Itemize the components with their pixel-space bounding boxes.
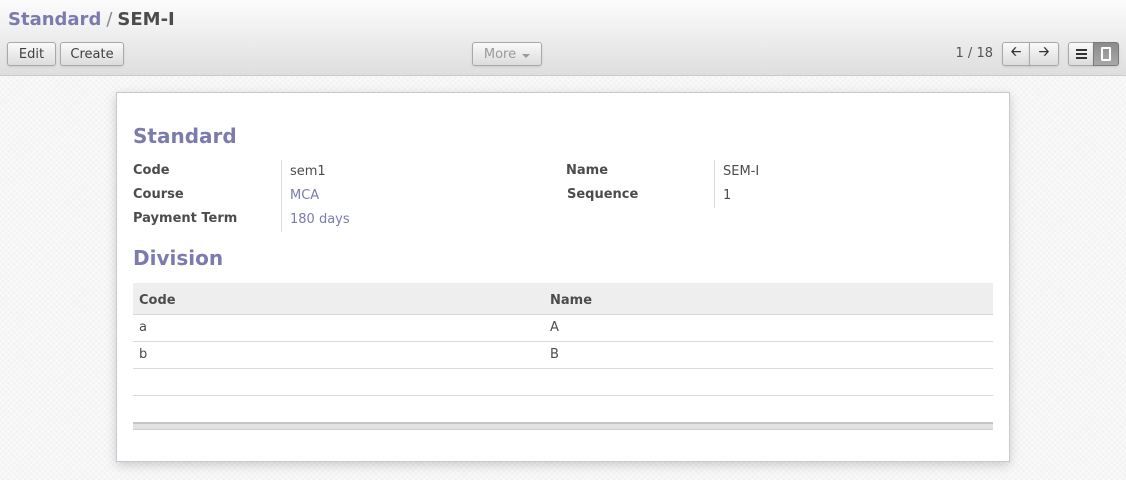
pager-value[interactable]: 1 / 18: [956, 46, 993, 61]
table-header: Code Name: [133, 283, 993, 315]
control-panel: Standard / SEM-I Edit Create More 1 / 18 🡠…: [0, 0, 1126, 76]
field-divider: [281, 160, 282, 232]
table-row[interactable]: b B: [133, 342, 993, 369]
code-label: Code: [133, 163, 170, 178]
more-dropdown-button[interactable]: More: [472, 42, 542, 66]
code-value: sem1: [290, 164, 326, 179]
cell-name: A: [550, 320, 559, 335]
payment-term-link[interactable]: 180 days: [290, 212, 350, 227]
list-view-icon: [1075, 49, 1087, 59]
section-title-standard: Standard: [133, 124, 237, 148]
pager-next-button[interactable]: 🡢: [1029, 42, 1059, 66]
course-label: Course: [133, 187, 184, 202]
section-title-division: Division: [133, 246, 224, 270]
breadcrumb-standard-link[interactable]: Standard: [8, 9, 101, 30]
breadcrumb-separator: /: [106, 9, 113, 30]
form-view-button[interactable]: [1093, 42, 1119, 66]
create-button[interactable]: Create: [60, 42, 124, 66]
cell-name: B: [550, 347, 559, 362]
more-label: More: [483, 46, 517, 62]
column-header-name[interactable]: Name: [550, 293, 592, 308]
caret-down-icon: [522, 53, 531, 58]
arrow-right-icon: 🡢: [1038, 45, 1050, 60]
edit-button[interactable]: Edit: [7, 42, 56, 66]
list-view-button[interactable]: [1068, 42, 1094, 66]
course-link[interactable]: MCA: [290, 188, 319, 203]
table-row-empty: [133, 369, 993, 396]
cell-code: b: [139, 347, 148, 362]
arrow-left-icon: 🡠: [1010, 45, 1022, 60]
pager-previous-button[interactable]: 🡠: [1002, 42, 1030, 66]
payment-term-label: Payment Term: [133, 211, 238, 226]
table-row[interactable]: a A: [133, 315, 993, 342]
division-table: Code Name a A b B: [133, 283, 993, 430]
sequence-label: Sequence: [567, 187, 639, 202]
breadcrumb: Standard / SEM-I: [8, 8, 175, 32]
breadcrumb-current: SEM-I: [117, 9, 175, 30]
name-label: Name: [566, 163, 609, 178]
cell-code: a: [139, 320, 147, 335]
field-divider: [714, 160, 715, 208]
column-header-code[interactable]: Code: [139, 293, 176, 308]
sequence-value: 1: [723, 188, 732, 203]
table-footer: [133, 422, 993, 430]
name-value: SEM-I: [723, 164, 760, 179]
form-sheet: Standard Code Course Payment Term sem1 M…: [116, 92, 1010, 462]
form-view-icon: [1101, 47, 1111, 61]
